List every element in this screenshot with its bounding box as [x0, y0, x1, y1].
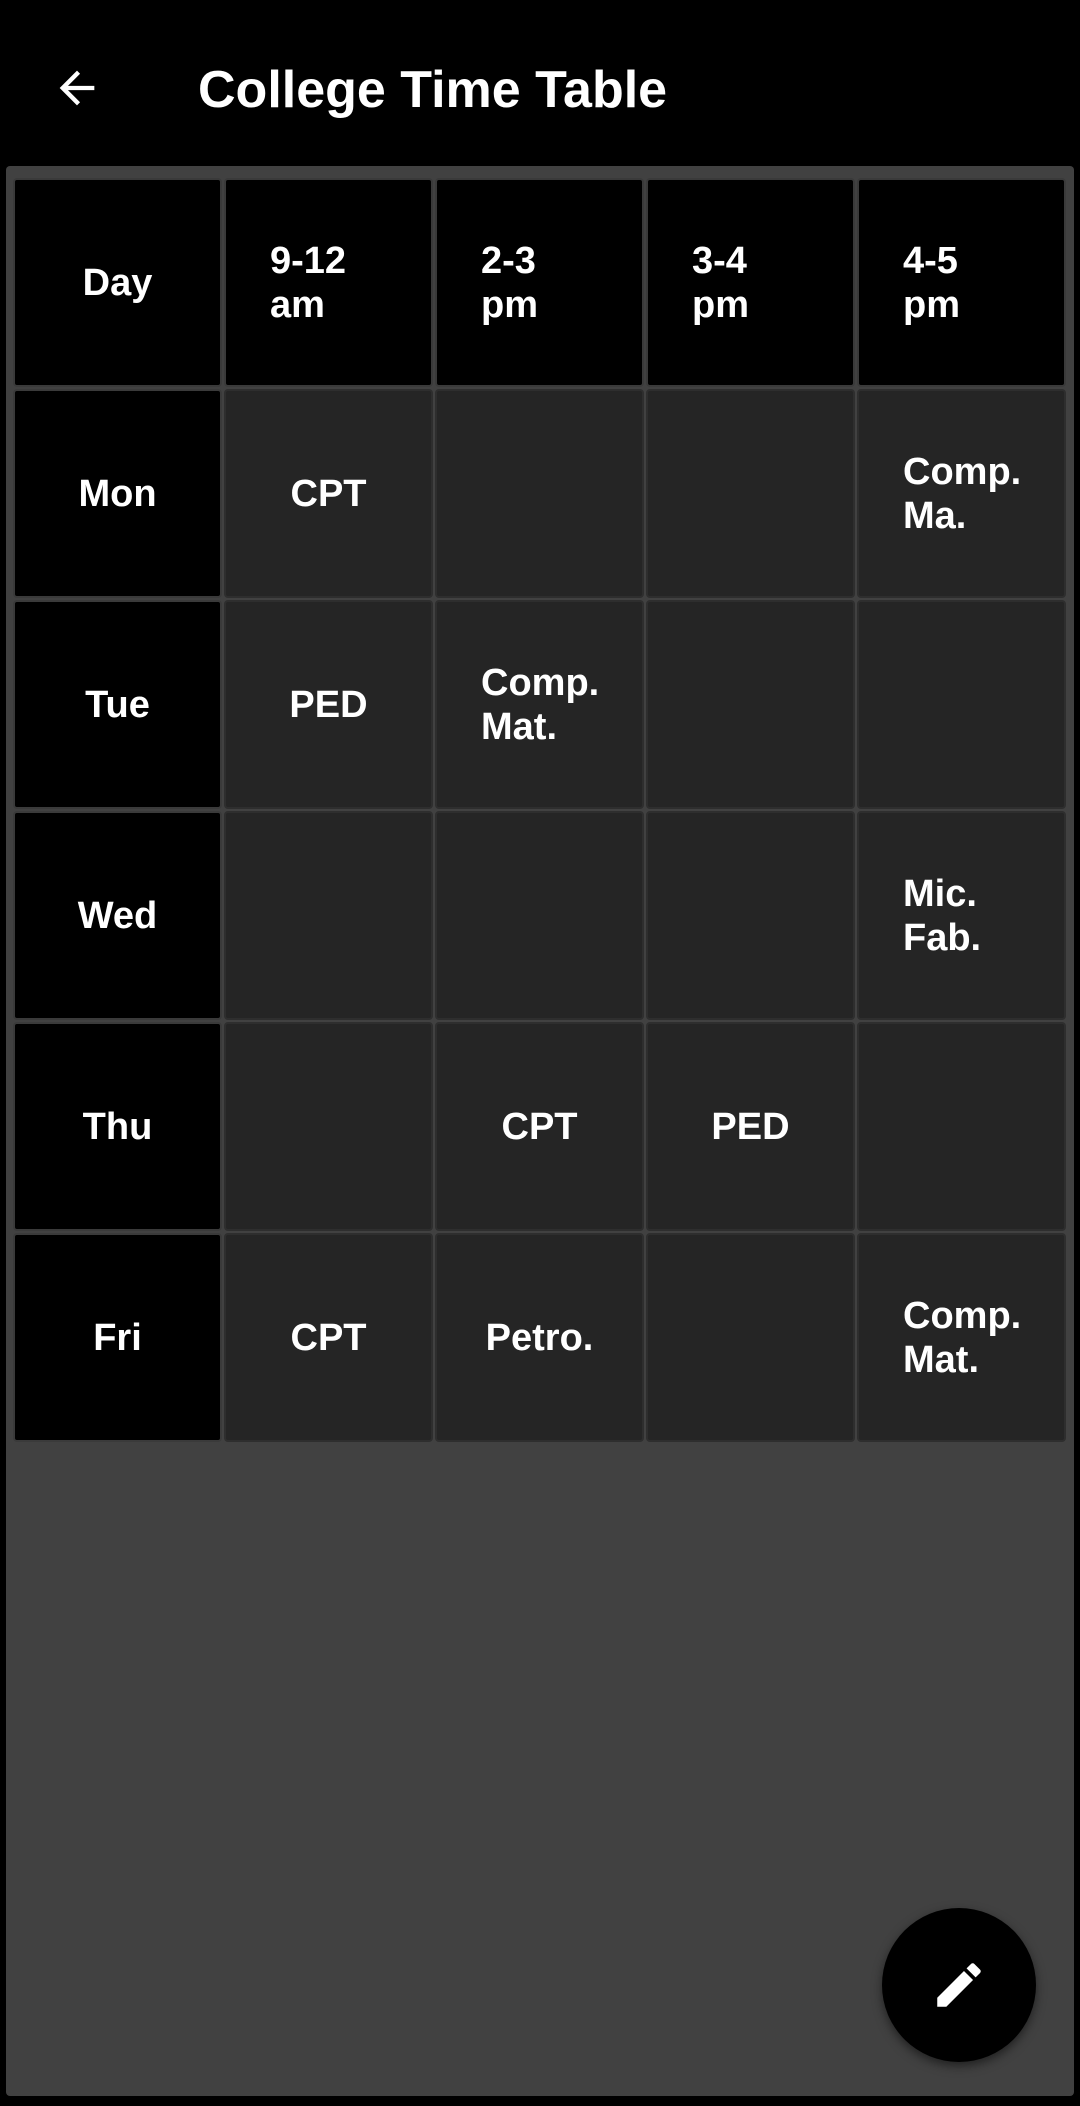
slot-cell[interactable]: Comp. Ma. [857, 389, 1066, 598]
slot-cell[interactable] [857, 1022, 1066, 1231]
slot-cell[interactable]: CPT [224, 389, 433, 598]
slot-cell[interactable]: Mic. Fab. [857, 811, 1066, 1020]
back-button[interactable] [40, 51, 114, 125]
slot-cell[interactable] [646, 1233, 855, 1442]
slot-cell[interactable]: Comp. Mat. [857, 1233, 1066, 1442]
slot-cell[interactable]: Comp. Mat. [435, 600, 644, 809]
slot-cell[interactable]: CPT [435, 1022, 644, 1231]
header-cell-9-12am: 9-12 am [224, 178, 433, 387]
slot-cell[interactable] [435, 389, 644, 598]
header-cell-3-4pm: 3-4 pm [646, 178, 855, 387]
slot-cell[interactable]: CPT [224, 1233, 433, 1442]
slot-cell[interactable]: PED [646, 1022, 855, 1231]
day-cell-fri: Fri [13, 1233, 222, 1442]
pencil-icon [937, 1963, 981, 2007]
slot-cell[interactable] [646, 389, 855, 598]
day-cell-mon: Mon [13, 389, 222, 598]
slot-cell[interactable] [435, 811, 644, 1020]
arrow-back-icon [59, 70, 95, 106]
header-cell-2-3pm: 2-3 pm [435, 178, 644, 387]
app-bar: College Time Table [0, 0, 1080, 166]
header-cell-4-5pm: 4-5 pm [857, 178, 1066, 387]
edit-button[interactable] [882, 1908, 1036, 2062]
slot-cell[interactable] [646, 600, 855, 809]
day-cell-tue: Tue [13, 600, 222, 809]
slot-cell[interactable] [224, 1022, 433, 1231]
day-cell-wed: Wed [13, 811, 222, 1020]
timetable-container: Day 9-12 am 2-3 pm 3-4 pm 4-5 pm Mon CPT… [6, 166, 1074, 2096]
slot-cell[interactable] [646, 811, 855, 1020]
slot-cell[interactable] [857, 600, 1066, 809]
slot-cell[interactable] [224, 811, 433, 1020]
header-cell-day: Day [13, 178, 222, 387]
timetable-grid: Day 9-12 am 2-3 pm 3-4 pm 4-5 pm Mon CPT… [13, 178, 1066, 1442]
day-cell-thu: Thu [13, 1022, 222, 1231]
page-title: College Time Table [198, 61, 668, 119]
slot-cell[interactable]: PED [224, 600, 433, 809]
slot-cell[interactable]: Petro. [435, 1233, 644, 1442]
